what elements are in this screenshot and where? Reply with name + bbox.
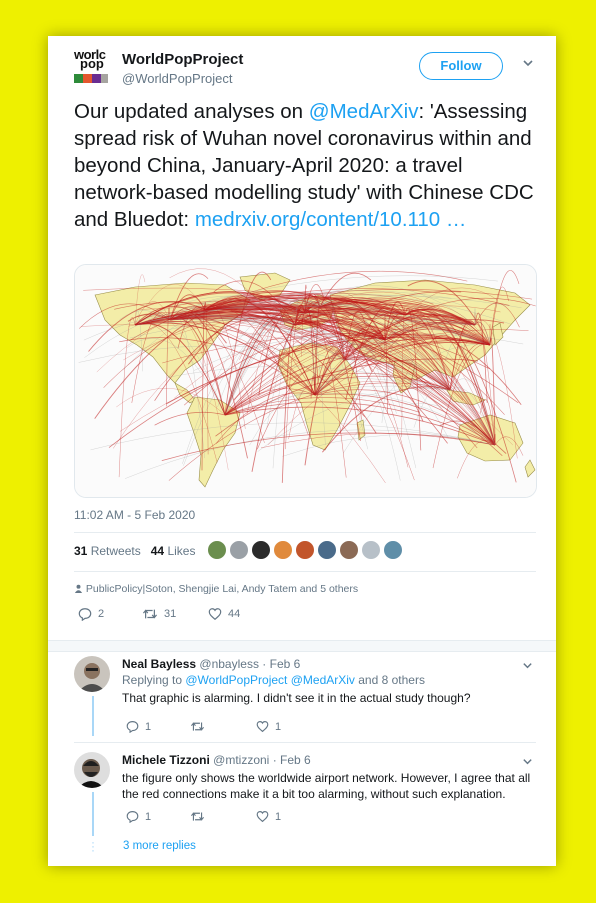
follow-button[interactable]: Follow — [419, 52, 503, 80]
tweet-image[interactable] — [74, 264, 537, 498]
retweets-label[interactable]: Retweets — [91, 544, 141, 558]
avatar[interactable] — [207, 540, 227, 560]
avatar[interactable] — [361, 540, 381, 560]
reply-button[interactable]: 1 — [126, 810, 152, 824]
avatar[interactable] — [383, 540, 403, 560]
avatar[interactable] — [295, 540, 315, 560]
retweet-icon — [190, 812, 205, 821]
avatar[interactable] — [74, 656, 110, 692]
like-button[interactable]: 1 — [256, 810, 281, 823]
thread-separator — [48, 640, 556, 652]
likes-label[interactable]: Likes — [167, 544, 195, 558]
thread-dots: · · · — [91, 835, 95, 857]
reply-date[interactable]: · Feb 6 — [262, 657, 300, 671]
retweet-count[interactable]: 31 — [74, 544, 87, 558]
mention-link[interactable]: @MedArXiv — [291, 673, 355, 687]
replying-prefix: Replying to — [122, 673, 186, 687]
logo-square-orange — [83, 74, 92, 83]
tweet-text-part-1: Our updated analyses on — [74, 100, 309, 123]
tweet-stats: 31 Retweets 44 Likes — [74, 544, 195, 558]
thread-line — [92, 792, 94, 836]
avatar[interactable] — [339, 540, 359, 560]
reply-button[interactable]: 1 — [126, 720, 152, 734]
like-action-count: 44 — [228, 608, 241, 620]
retweet-button[interactable]: 31 — [142, 607, 176, 621]
reply-author-name[interactable]: Michele Tizzoni — [122, 753, 210, 767]
person-icon — [74, 584, 83, 593]
logo-square-green — [74, 74, 83, 83]
avatar[interactable] — [74, 752, 110, 788]
chevron-down-icon[interactable] — [522, 756, 533, 770]
retweet-icon — [190, 722, 205, 731]
reply-text: the figure only shows the worldwide airp… — [122, 771, 531, 801]
tweet-card: worlc pop WorldPopProject @WorldPopProje… — [48, 36, 556, 866]
reply-author-handle[interactable]: @mtizzoni — [213, 753, 269, 767]
retweet-action-count: 31 — [164, 608, 177, 620]
more-replies-link[interactable]: 3 more replies — [123, 840, 196, 852]
avatar[interactable] — [273, 540, 293, 560]
avatar[interactable] — [251, 540, 271, 560]
divider — [74, 532, 536, 533]
reply-count: 1 — [145, 810, 152, 823]
tweet-text: Our updated analyses on @MedArXiv: 'Asse… — [74, 98, 544, 233]
reply-icon — [78, 608, 92, 622]
reply-icon — [126, 811, 139, 824]
reply-count: 2 — [98, 608, 105, 620]
replying-suffix[interactable]: and 8 others — [355, 673, 425, 687]
reply-count: 1 — [145, 720, 152, 733]
divider — [74, 571, 536, 572]
reply-button[interactable]: 2 — [78, 607, 105, 622]
tweet-mention-link[interactable]: @MedArXiv — [309, 100, 419, 123]
liked-by-line[interactable]: PublicPolicy|Soton, Shengjie Lai, Andy T… — [74, 583, 358, 595]
heart-icon — [256, 811, 269, 823]
logo-square-purple — [92, 74, 101, 83]
logo-square-grey — [101, 74, 108, 83]
reply-body: Michele Tizzoni @mtizzoni · Feb 6 the fi… — [122, 752, 532, 802]
tweet-url-link[interactable]: medrxiv.org/content/10.110 … — [195, 208, 467, 231]
account-name[interactable]: WorldPopProject — [122, 51, 243, 68]
divider — [74, 742, 536, 743]
reply-text: That graphic is alarming. I didn't see i… — [122, 691, 471, 705]
reply-author-name[interactable]: Neal Bayless — [122, 657, 196, 671]
tweet-actions: 2 31 44 — [78, 607, 378, 623]
tweet-timestamp[interactable]: 11:02 AM - 5 Feb 2020 — [74, 508, 195, 522]
reply-actions: 1 1 — [126, 720, 386, 736]
liked-by-text: PublicPolicy|Soton, Shengjie Lai, Andy T… — [85, 583, 359, 595]
account-handle[interactable]: @WorldPopProject — [122, 71, 233, 86]
chevron-down-icon[interactable] — [522, 660, 533, 674]
retweet-icon — [142, 609, 158, 619]
reply-icon — [126, 721, 139, 734]
retweet-button[interactable] — [190, 720, 211, 733]
avatar[interactable] — [317, 540, 337, 560]
like-count: 1 — [275, 720, 282, 733]
tweet-header: worlc pop WorldPopProject @WorldPopProje… — [74, 48, 544, 99]
avatar[interactable] — [229, 540, 249, 560]
reply-actions: 1 1 — [126, 810, 386, 826]
replying-to: Replying to @WorldPopProject @MedArXiv a… — [122, 672, 532, 688]
retweet-button[interactable] — [190, 810, 211, 823]
mention-link[interactable]: @WorldPopProject — [185, 673, 287, 687]
thread-line — [92, 696, 94, 736]
worldpop-logo[interactable]: worlc pop — [74, 48, 112, 89]
heart-icon — [208, 608, 222, 621]
like-count: 1 — [275, 810, 282, 823]
heart-icon — [256, 721, 269, 733]
logo-text-bottom: pop — [80, 56, 104, 71]
like-count[interactable]: 44 — [151, 544, 164, 558]
chevron-down-icon[interactable] — [522, 57, 534, 72]
world-air-network-map — [75, 265, 536, 497]
reply-author-handle[interactable]: @nbayless — [199, 657, 259, 671]
like-button[interactable]: 1 — [256, 720, 281, 733]
reply-body: Neal Bayless @nbayless · Feb 6 Replying … — [122, 656, 532, 706]
reply-date[interactable]: · Feb 6 — [273, 753, 311, 767]
like-button[interactable]: 44 — [208, 607, 240, 621]
